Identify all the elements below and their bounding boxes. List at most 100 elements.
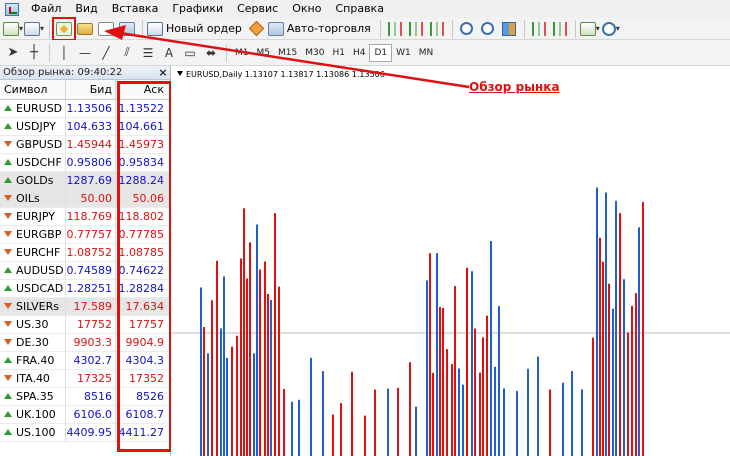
data-window-button[interactable]	[75, 19, 95, 39]
market-watch-row[interactable]: GOLDs 1287.69 1288.24	[0, 171, 170, 190]
arrow-down-icon	[4, 302, 12, 309]
terminal-button[interactable]	[117, 19, 137, 39]
timeframe-h1[interactable]: H1	[328, 44, 349, 62]
timeframe-m1[interactable]: M1	[231, 44, 253, 62]
indicators-button[interactable]: ▾	[579, 19, 600, 39]
fibonacci-button[interactable]: ☰	[138, 43, 158, 63]
bid-cell: 17325	[66, 369, 116, 388]
market-watch-row[interactable]: EURGBP 0.77757 0.77785	[0, 225, 170, 244]
app-chart-icon	[5, 2, 19, 16]
bid-cell: 9903.3	[66, 333, 116, 352]
market-watch-row[interactable]: USDCAD 1.28251 1.28284	[0, 279, 170, 298]
menu-help[interactable]: Справка	[329, 0, 391, 18]
horizontal-line-button[interactable]: —	[75, 43, 95, 63]
zoom-out-button[interactable]	[478, 19, 498, 39]
market-watch-row[interactable]: USDCHF 0.95806 0.95834	[0, 153, 170, 172]
market-watch-row[interactable]: SILVERs 17.589 17.634	[0, 297, 170, 316]
metaeditor-button[interactable]	[247, 19, 267, 39]
menu-tools[interactable]: Сервис	[231, 0, 286, 18]
menu-insert[interactable]: Вставка	[106, 0, 167, 18]
menu-charts[interactable]: Графики	[166, 0, 231, 18]
symbol-name: SILVERs	[16, 299, 59, 313]
column-header-symbol[interactable]: Символ	[0, 80, 66, 99]
market-watch-row[interactable]: DE.30 9903.3 9904.9	[0, 333, 170, 352]
market-watch-row[interactable]: SPA.35 8516 8526	[0, 387, 170, 406]
periods-button[interactable]: ▾	[601, 19, 621, 39]
bid-cell: 8516	[66, 387, 116, 406]
text-button[interactable]: A	[159, 43, 179, 63]
price-chart[interactable]: EURUSD,Daily 1.13107 1.13817 1.13086 1.1…	[171, 66, 730, 456]
market-watch-row[interactable]: FRA.40 4302.7 4304.3	[0, 351, 170, 370]
market-watch-row[interactable]: ITA.40 17325 17352	[0, 369, 170, 388]
chart-shift-button[interactable]	[529, 19, 549, 39]
ask-cell: 1.28284	[116, 279, 170, 298]
text-label-button[interactable]: ▭	[180, 43, 200, 63]
market-watch-row[interactable]: EURUSD 1.13506 1.13522	[0, 99, 170, 118]
auto-scroll-button[interactable]	[550, 19, 570, 39]
symbol-name: US.30	[16, 317, 49, 331]
market-watch-header: Символ Бид Аск	[0, 80, 170, 100]
navigator-button[interactable]	[96, 19, 116, 39]
new-order-label: Новый ордер	[166, 22, 242, 35]
bar-chart-icon	[387, 21, 402, 36]
market-watch-row[interactable]: OILs 50.00 50.06	[0, 189, 170, 208]
vertical-line-icon: │	[60, 45, 68, 60]
market-watch-row[interactable]: US.100 4409.95 4411.27	[0, 423, 170, 442]
autotrading-button[interactable]: Авто-торговля	[267, 19, 375, 39]
market-watch-row[interactable]: EURCHF 1.08752 1.08785	[0, 243, 170, 262]
standard-toolbar: ▾ ▾ Новый ордер Авто-торговля ▾ ▾	[0, 16, 730, 41]
candlestick-icon	[408, 21, 423, 36]
cursor-button[interactable]: ➤	[3, 43, 23, 63]
line-chart-button[interactable]	[427, 19, 447, 39]
chart-info-text: EURUSD,Daily 1.13107 1.13817 1.13086 1.1…	[186, 70, 385, 79]
vertical-line-button[interactable]: │	[54, 43, 74, 63]
market-watch-row[interactable]: UK.100 6106.0 6108.7	[0, 405, 170, 424]
menu-window[interactable]: Окно	[286, 0, 329, 18]
symbol-cell: USDJPY	[0, 117, 66, 136]
arrows-button[interactable]: ⬌	[201, 43, 221, 63]
column-header-bid[interactable]: Бид	[66, 80, 116, 99]
market-watch-row[interactable]: GBPUSD 1.45944 1.45973	[0, 135, 170, 154]
zoom-in-button[interactable]	[457, 19, 477, 39]
bar-chart-button[interactable]	[385, 19, 405, 39]
timeframe-m5[interactable]: M5	[253, 44, 275, 62]
new-order-button[interactable]: Новый ордер	[147, 19, 246, 39]
crosshair-button[interactable]: ┼	[24, 43, 44, 63]
market-watch-button[interactable]	[52, 16, 77, 41]
timeframe-w1[interactable]: W1	[392, 44, 415, 62]
timeframe-m15[interactable]: M15	[274, 44, 301, 62]
equidistant-channel-button[interactable]: ⫽	[117, 43, 137, 63]
fibonacci-icon: ☰	[142, 45, 154, 60]
menu-bar: Файл Вид Вставка Графики Сервис Окно Спр…	[0, 0, 730, 18]
close-icon[interactable]: ×	[156, 66, 170, 79]
timeframe-m30[interactable]: M30	[301, 44, 328, 62]
market-watch-row[interactable]: EURJPY 118.769 118.802	[0, 207, 170, 226]
templates-button[interactable]: ▾	[24, 19, 44, 39]
ask-cell: 0.74622	[116, 261, 170, 280]
trendline-icon: ╱	[102, 45, 110, 60]
ask-cell: 17.634	[116, 297, 170, 316]
candlestick-button[interactable]	[406, 19, 426, 39]
market-watch-row[interactable]: AUDUSD 0.74589 0.74622	[0, 261, 170, 280]
arrow-down-icon	[4, 230, 12, 237]
symbol-cell: UK.100	[0, 405, 66, 424]
column-header-ask[interactable]: Аск	[116, 80, 170, 99]
new-chart-button[interactable]: ▾	[3, 19, 23, 39]
trendline-button[interactable]: ╱	[96, 43, 116, 63]
market-watch-row[interactable]: US.30 17752 17757	[0, 315, 170, 334]
toolbar-divider	[49, 43, 50, 62]
timeframe-h4[interactable]: H4	[349, 44, 370, 62]
market-watch-row[interactable]: USDJPY 104.633 104.661	[0, 117, 170, 136]
arrow-up-icon	[4, 284, 12, 291]
cursor-icon: ➤	[7, 45, 19, 60]
symbol-name: FRA.40	[16, 353, 55, 367]
tile-windows-button[interactable]	[499, 19, 519, 39]
metaeditor-icon	[249, 20, 265, 37]
zoom-out-icon	[481, 22, 495, 35]
timeframe-mn[interactable]: MN	[415, 44, 438, 62]
menu-file[interactable]: Файл	[25, 0, 69, 18]
tile-windows-icon	[501, 21, 516, 36]
ask-cell: 8526	[116, 387, 170, 406]
menu-view[interactable]: Вид	[69, 0, 105, 18]
timeframe-d1[interactable]: D1	[369, 43, 393, 62]
